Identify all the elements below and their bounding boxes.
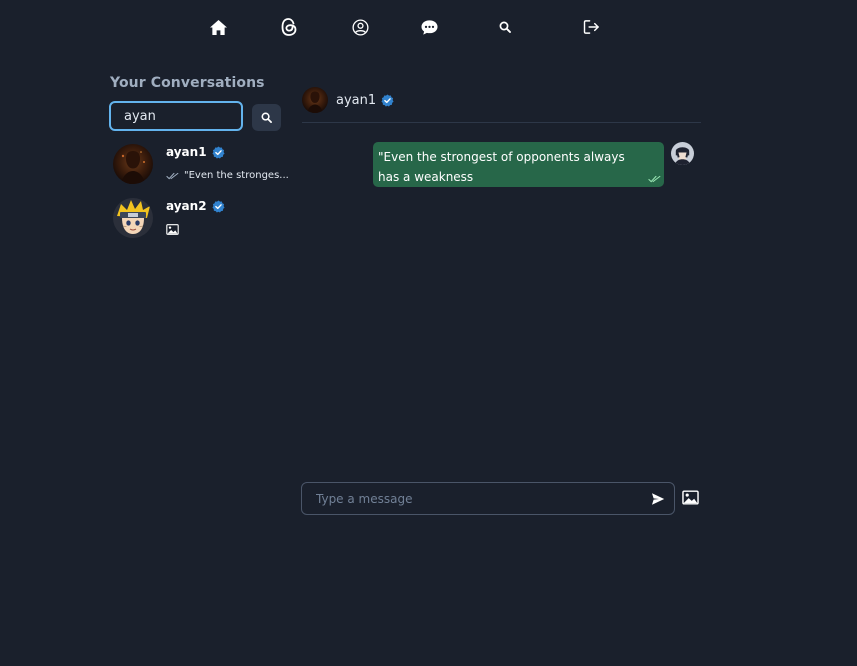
logout-icon[interactable] [581, 17, 601, 37]
message-text: "Even the strongest of opponents always … [378, 150, 625, 184]
conversation-name: ayan1 [166, 145, 225, 159]
conversation-name: ayan2 [166, 199, 225, 213]
conversation-last-message: "Even the stronges... [166, 170, 289, 181]
search-icon [261, 112, 272, 123]
search-icon[interactable] [495, 17, 515, 37]
conversation-name-text: ayan1 [166, 145, 207, 159]
search-button[interactable] [252, 104, 281, 131]
sender-avatar [671, 142, 694, 165]
image-icon [166, 224, 179, 235]
message-bubble: "Even the strongest of opponents always … [373, 142, 664, 187]
double-check-icon [648, 175, 661, 183]
conversation-name-text: ayan2 [166, 199, 207, 213]
double-check-icon [166, 172, 179, 179]
conversation-item-ayan2[interactable]: ayan2 [113, 198, 288, 242]
message-composer [301, 482, 675, 515]
conversations-title: Your Conversations [110, 75, 265, 91]
avatar [113, 144, 153, 184]
chat-header-avatar [302, 87, 328, 113]
message-input[interactable] [302, 483, 632, 514]
threads-logo-icon[interactable] [279, 17, 299, 37]
conversation-last-message [166, 224, 179, 235]
last-message-text: "Even the stronges... [184, 170, 289, 181]
conversation-item-ayan1[interactable]: ayan1 "Even the stronges... [113, 144, 289, 188]
home-icon[interactable] [208, 17, 228, 37]
chat-header-name: ayan1 [336, 93, 394, 108]
verified-badge-icon [212, 199, 225, 213]
conversation-search-input[interactable] [109, 101, 243, 131]
chat-icon[interactable] [419, 17, 439, 37]
avatar [113, 198, 153, 238]
image-upload-icon[interactable] [682, 490, 699, 505]
app-page: Your Conversations ayan ayan1 "Even the … [0, 0, 857, 666]
send-icon[interactable] [651, 492, 665, 506]
verified-badge-icon [381, 94, 394, 107]
verified-badge-icon [212, 145, 225, 159]
chat-header: ayan1 [302, 87, 701, 123]
profile-icon[interactable] [350, 17, 370, 37]
chat-header-name-text: ayan1 [336, 93, 377, 108]
